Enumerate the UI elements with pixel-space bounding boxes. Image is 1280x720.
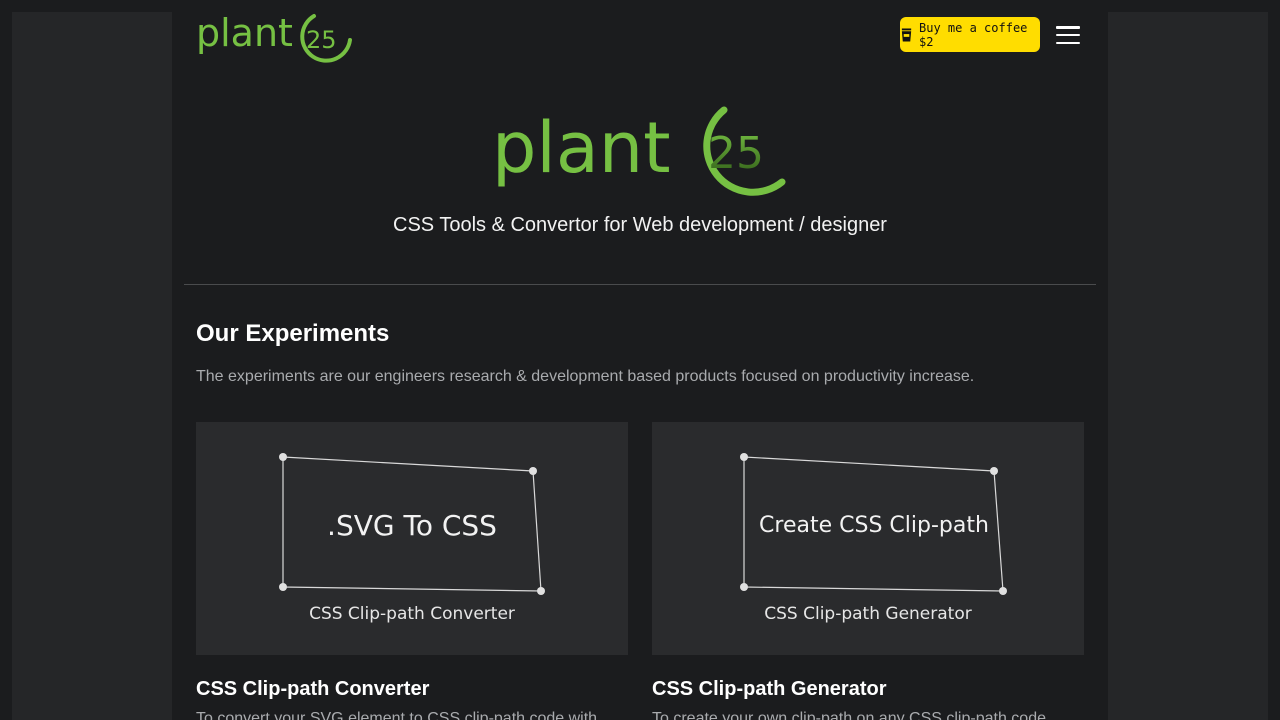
menu-bar [1056, 41, 1080, 44]
card-title-converter[interactable]: CSS Clip-path Converter [196, 678, 429, 701]
header-logo-mark: 25 [306, 26, 337, 54]
card-preview-text: Create CSS Clip-path [759, 513, 989, 538]
section-divider [184, 284, 1096, 285]
menu-bar [1056, 26, 1080, 29]
menu-bar [1056, 33, 1080, 37]
header-logo[interactable]: plant 25 [196, 8, 356, 64]
section-title: Our Experiments [196, 320, 390, 347]
hero-logo-text: plant [492, 107, 671, 189]
card-text-generator: To create your own clip-path on any CSS … [652, 710, 1046, 720]
hero-logo: plant 25 [492, 106, 786, 196]
card-preview-subtitle: CSS Clip-path Converter [309, 604, 515, 624]
card-title-generator[interactable]: CSS Clip-path Generator [652, 678, 886, 701]
buy-coffee-label: Buy me a coffee $2 [919, 20, 1028, 49]
card-preview-text: .SVG To CSS [327, 509, 497, 542]
buy-coffee-button[interactable]: Buy me a coffee $2 [900, 17, 1040, 52]
hero-tagline: CSS Tools & Convertor for Web developmen… [393, 214, 887, 236]
card-text-converter: To convert your SVG element to CSS clip-… [196, 710, 598, 720]
right-gutter [1108, 12, 1268, 720]
header-logo-text: plant [196, 11, 293, 55]
hero-logo-mark: 25 [708, 128, 764, 179]
experiment-card-generator[interactable]: Create CSS Clip-path CSS Clip-path Gener… [652, 422, 1084, 655]
left-gutter [12, 12, 172, 720]
page-container: plant 25 Buy me a coffee $2 plant 25 CSS… [172, 0, 1108, 720]
coffee-cup-icon [901, 27, 912, 42]
card-preview-subtitle: CSS Clip-path Generator [764, 604, 972, 624]
section-description: The experiments are our engineers resear… [196, 368, 975, 385]
hamburger-menu-icon[interactable] [1056, 26, 1080, 44]
experiment-card-converter[interactable]: .SVG To CSS CSS Clip-path Converter [196, 422, 628, 655]
